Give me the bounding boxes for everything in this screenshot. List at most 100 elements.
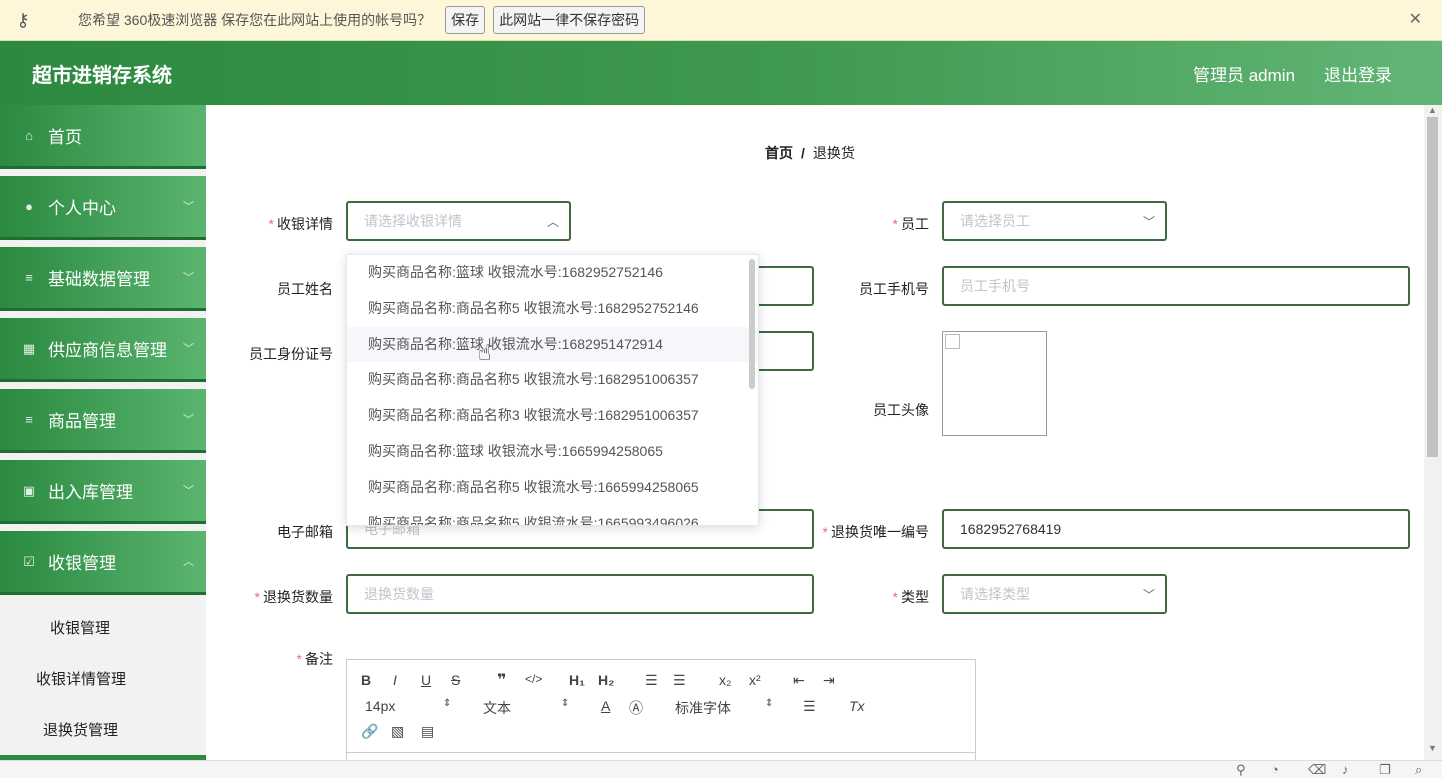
employee-phone-label: 员工手机号 xyxy=(859,281,929,297)
h2-icon[interactable]: H₂ xyxy=(598,672,614,688)
dropdown-option[interactable]: 购买商品名称:商品名称5 收银流水号:1665993496026 xyxy=(347,506,758,525)
speed-icon[interactable]: ◔ xyxy=(1271,762,1279,777)
scroll-up-icon[interactable]: ▲ xyxy=(1428,105,1437,115)
clear-format-icon[interactable]: Tx xyxy=(849,698,865,714)
trash-icon[interactable]: ⌫ xyxy=(1308,762,1326,778)
close-icon[interactable]: ✕ xyxy=(1409,9,1422,29)
align-icon[interactable]: ☰ xyxy=(803,698,816,715)
strike-icon[interactable]: S xyxy=(451,672,460,688)
employee-phone-input[interactable]: 员工手机号 xyxy=(942,266,1410,306)
updown-icon: ⇕ xyxy=(765,698,774,709)
remark-label: * 备注 xyxy=(296,651,333,667)
return-no-input[interactable]: 1682952768419 xyxy=(942,509,1410,549)
never-save-button[interactable]: 此网站一律不保存密码 xyxy=(493,6,646,34)
zoom-icon[interactable]: ⌕ xyxy=(1415,762,1422,778)
employee-name-label: 员工姓名 xyxy=(277,281,333,297)
bullet-list-icon[interactable]: ☰ xyxy=(673,672,686,689)
code-icon[interactable]: </> xyxy=(525,672,542,686)
dropdown-scrollbar[interactable] xyxy=(749,259,755,389)
text-style-select[interactable]: 文本 xyxy=(483,698,511,718)
h1-icon[interactable]: H₁ xyxy=(569,672,585,688)
chevron-down-icon: ﹀ xyxy=(183,201,194,213)
video-icon[interactable]: ▤ xyxy=(421,723,434,740)
password-save-bar: ⚷ 您希望 360极速浏览器 保存您在此网站上使用的帐号吗？ 保存 此网站一律不… xyxy=(0,0,1442,41)
ordered-list-icon[interactable]: ☰ xyxy=(645,672,658,689)
subscript-icon[interactable]: x₂ xyxy=(719,672,731,688)
dropdown-option[interactable]: 购买商品名称:篮球 收银流水号:1682951472914 xyxy=(347,326,758,363)
return-no-label: * 退换货唯一编号 xyxy=(822,524,929,540)
logout-button[interactable]: 退出登录 xyxy=(1324,61,1392,86)
sidebar-subitem-return[interactable]: 退换货管理 xyxy=(0,704,206,755)
breadcrumb-current: 退换货 xyxy=(812,145,855,161)
pin-icon[interactable]: ⚲ xyxy=(1236,762,1246,778)
image-placeholder-icon xyxy=(945,334,960,349)
updown-icon: ⇕ xyxy=(443,698,452,709)
return-qty-input[interactable]: 退换货数量 xyxy=(346,574,814,614)
sidebar-item-goods[interactable]: ≡ 商品管理 ﹀ xyxy=(0,389,206,453)
hand-cursor-icon: ☝ xyxy=(478,340,492,365)
chevron-up-icon: ︿ xyxy=(546,215,559,229)
italic-icon[interactable]: I xyxy=(393,672,397,688)
employee-avatar-label: 员工头像 xyxy=(873,402,929,418)
indent-icon[interactable]: ⇥ xyxy=(823,672,835,689)
quote-icon[interactable]: ❞ xyxy=(497,670,506,690)
employee-id-label: 员工身份证号 xyxy=(249,346,333,362)
link-icon[interactable]: 🔗 xyxy=(361,723,378,740)
scroll-down-icon[interactable]: ▼ xyxy=(1428,743,1437,753)
chevron-down-icon: ﹀ xyxy=(183,485,194,497)
cashier-detail-dropdown: 购买商品名称:篮球 收银流水号:1682952752146 购买商品名称:商品名… xyxy=(346,254,759,526)
outdent-icon[interactable]: ⇤ xyxy=(793,672,805,689)
type-label: * 类型 xyxy=(892,589,929,605)
app-header: 超市进销存系统 管理员 admin 退出登录 xyxy=(0,41,1442,105)
current-user: 管理员 admin xyxy=(1193,65,1296,85)
sidebar-subitem-cashier[interactable]: 收银管理 xyxy=(0,602,206,653)
volume-icon[interactable]: ♪ xyxy=(1342,762,1349,777)
dropdown-option[interactable]: 购买商品名称:商品名称5 收银流水号:1682951006357 xyxy=(347,362,758,398)
editor-divider xyxy=(347,752,975,753)
list-icon: ≡ xyxy=(25,412,33,427)
bold-icon[interactable]: B xyxy=(361,672,371,688)
user-icon: ● xyxy=(25,199,33,214)
underline-icon[interactable]: U xyxy=(421,672,431,688)
type-select[interactable]: 请选择类型 ﹀ xyxy=(942,574,1167,614)
superscript-icon[interactable]: x² xyxy=(749,672,761,688)
image-icon[interactable]: ▧ xyxy=(391,723,404,740)
sidebar-item-home[interactable]: ⌂ 首页 xyxy=(0,105,206,169)
breadcrumb-separator: / xyxy=(801,145,805,161)
dropdown-option[interactable]: 购买商品名称:篮球 收银流水号:1665994258065 xyxy=(347,434,758,470)
return-qty-label: * 退换货数量 xyxy=(254,589,333,605)
dropdown-option[interactable]: 购买商品名称:商品名称5 收银流水号:1682952752146 xyxy=(347,291,758,327)
sidebar-item-personal[interactable]: ● 个人中心 ﹀ xyxy=(0,176,206,240)
sidebar-item-base-data[interactable]: ≡ 基础数据管理 ﹀ xyxy=(0,247,206,311)
background-color-icon[interactable]: Ⓐ xyxy=(629,698,643,718)
scrollbar-thumb[interactable] xyxy=(1427,117,1438,457)
dropdown-option[interactable]: 购买商品名称:商品名称5 收银流水号:1665994258065 xyxy=(347,470,758,506)
breadcrumb-home[interactable]: 首页 xyxy=(765,145,793,161)
browser-status-bar: ⚲ ◔ ⌫ ♪ ❐ ⌕ xyxy=(0,760,1442,778)
employee-label: * 员工 xyxy=(892,216,929,232)
dropdown-option[interactable]: 购买商品名称:篮球 收银流水号:1682952752146 xyxy=(347,255,758,291)
chart-icon: ☑ xyxy=(23,553,35,569)
font-family-select[interactable]: 标准字体 xyxy=(675,698,731,718)
sidebar-item-label: 商品管理 xyxy=(48,412,116,431)
home-icon: ⌂ xyxy=(25,128,33,143)
sidebar-item-label: 出入库管理 xyxy=(48,483,133,502)
rich-text-editor[interactable]: B I U S ❞ </> H₁ H₂ ☰ ☰ x₂ x² ⇤ ⇥ 14px ⇕… xyxy=(346,659,976,760)
dropdown-option[interactable]: 购买商品名称:商品名称3 收银流水号:1682951006357 xyxy=(347,398,758,434)
employee-select[interactable]: 请选择员工 ﹀ xyxy=(942,201,1167,241)
email-label: 电子邮箱 xyxy=(277,524,333,540)
sidebar-item-stock[interactable]: ▣ 出入库管理 ﹀ xyxy=(0,460,206,524)
window-icon[interactable]: ❐ xyxy=(1379,762,1391,778)
cashier-detail-select[interactable]: 请选择收银详情 ︿ xyxy=(346,201,571,241)
sidebar-subitem-cashier-detail[interactable]: 收银详情管理 xyxy=(0,653,206,704)
sidebar: ⌂ 首页 ● 个人中心 ﹀ ≡ 基础数据管理 ﹀ ▦ 供应商信息管理 ﹀ ≡ 商… xyxy=(0,105,206,760)
sidebar-item-supplier[interactable]: ▦ 供应商信息管理 ﹀ xyxy=(0,318,206,382)
save-password-button[interactable]: 保存 xyxy=(445,6,486,34)
sidebar-item-label: 个人中心 xyxy=(48,199,116,218)
chevron-down-icon: ﹀ xyxy=(1142,588,1155,602)
font-size-select[interactable]: 14px xyxy=(365,698,395,714)
page-scrollbar[interactable]: ▲ ▼ xyxy=(1424,105,1442,760)
avatar-image[interactable] xyxy=(942,331,1047,436)
font-color-icon[interactable]: A xyxy=(601,698,610,714)
sidebar-item-cashier[interactable]: ☑ 收银管理 ︿ xyxy=(0,531,206,595)
